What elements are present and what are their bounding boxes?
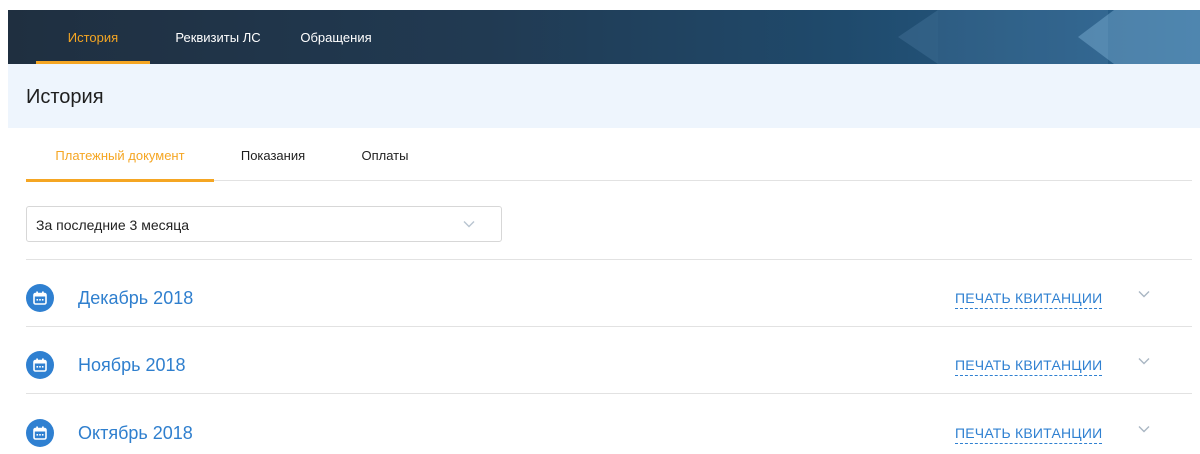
top-navigation: История Реквизиты ЛС Обращения xyxy=(8,10,1200,64)
period-select-value: За последние 3 месяца xyxy=(36,217,190,233)
period-select[interactable]: За последние 3 месяца xyxy=(26,206,502,242)
calendar-icon xyxy=(26,284,54,312)
chevron-down-icon[interactable] xyxy=(1137,424,1151,434)
nav-tab-requisites[interactable]: Реквизиты ЛС xyxy=(168,10,268,64)
tab-payments[interactable]: Оплаты xyxy=(355,128,415,181)
page-title: История xyxy=(26,86,104,108)
divider xyxy=(26,326,1192,327)
nav-tab-history[interactable]: История xyxy=(36,10,150,64)
tab-payment-document[interactable]: Платежный документ xyxy=(26,128,214,182)
tab-readings[interactable]: Показания xyxy=(233,128,313,181)
subtabs: Платежный документ Показания Оплаты xyxy=(26,128,1192,182)
month-title[interactable]: Октябрь 2018 xyxy=(78,423,193,444)
chevron-down-icon[interactable] xyxy=(1137,289,1151,299)
calendar-icon xyxy=(26,351,54,379)
month-title[interactable]: Ноябрь 2018 xyxy=(78,355,186,376)
month-title[interactable]: Декабрь 2018 xyxy=(78,288,193,309)
header-decoration xyxy=(1078,10,1114,64)
chevron-down-icon[interactable] xyxy=(1137,356,1151,366)
print-receipt-link[interactable]: ПЕЧАТЬ КВИТАНЦИИ xyxy=(955,290,1103,309)
nav-tab-requests[interactable]: Обращения xyxy=(280,10,392,64)
print-receipt-link[interactable]: ПЕЧАТЬ КВИТАНЦИИ xyxy=(955,425,1103,444)
divider xyxy=(26,393,1192,394)
month-row-december: Декабрь 2018 ПЕЧАТЬ КВИТАНЦИИ xyxy=(26,264,1192,330)
page-header: История xyxy=(8,64,1200,128)
print-receipt-link[interactable]: ПЕЧАТЬ КВИТАНЦИИ xyxy=(955,357,1103,376)
calendar-icon xyxy=(26,419,54,447)
month-row-november: Ноябрь 2018 ПЕЧАТЬ КВИТАНЦИИ xyxy=(26,331,1192,397)
month-row-october: Октябрь 2018 ПЕЧАТЬ КВИТАНЦИИ xyxy=(26,399,1192,454)
header-decoration xyxy=(898,10,938,64)
divider xyxy=(26,259,1192,260)
chevron-down-icon xyxy=(463,221,475,228)
header-decoration xyxy=(1114,10,1200,64)
